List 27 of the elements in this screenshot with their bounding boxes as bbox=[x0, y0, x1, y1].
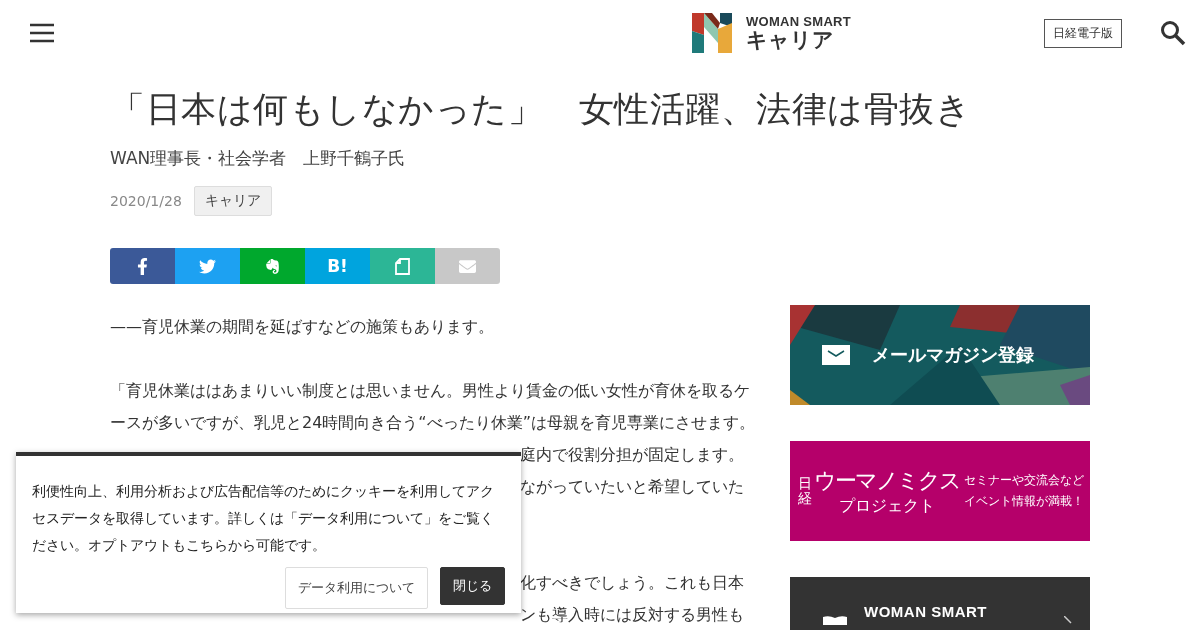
category-tag[interactable]: キャリア bbox=[193, 186, 272, 216]
magazine-banner[interactable]: WOMAN SMART bbox=[790, 577, 1090, 630]
event-banner[interactable]: 日経 ウーマノミクス プロジェクト セミナーや交流会など イベント情報が満載！ bbox=[790, 441, 1090, 541]
banner-title: ウーマノミクス bbox=[814, 466, 960, 495]
article-title: 「日本は何もしなかった」 女性活躍、法律は骨抜き bbox=[110, 88, 972, 131]
body-text: ながっていたいと希望していた bbox=[520, 477, 744, 496]
cookie-text: 利便性向上、利用分析および広告配信等のためにクッキーを利用してアクセスデータを取得しています。詳しくは「データ利用について」をご覧ください。オプトアウトもこちらから可能です。 bbox=[32, 482, 495, 555]
body-text: 庭内で役割分担が固定します。 bbox=[520, 445, 744, 464]
edition-link[interactable]: 日経電子版 bbox=[1044, 18, 1122, 48]
article-byline: WAN理事長・社会学者 上野千鶴子氏 bbox=[110, 147, 407, 170]
body-text: ースが多いですが、乳児と24時間向き合う“べったり休業”は母親を育児専業にさせます。 bbox=[110, 412, 750, 434]
banner-note: イベント情報が満載！ bbox=[964, 494, 1084, 509]
logo-text: WOMAN SMART bbox=[745, 13, 852, 29]
data-policy-button[interactable]: データ利用について bbox=[285, 567, 428, 609]
banner-title: WOMAN SMART bbox=[864, 603, 987, 620]
newsletter-banner[interactable]: メールマガジン登録 bbox=[790, 305, 1090, 405]
body-text: ンも導入時には反対する男性も bbox=[520, 605, 744, 624]
banner-note: セミナーや交流会など bbox=[964, 473, 1084, 488]
banner-subtitle: プロジェクト bbox=[839, 495, 935, 517]
close-button[interactable]: 閉じる bbox=[440, 567, 505, 605]
body-text: 「育児休業ははあまりいい制度とは思いません。男性より賃金の低い女性が育休を取るケ bbox=[110, 380, 750, 402]
article-date: 2020/1/28 bbox=[110, 193, 182, 209]
banner-label: 日経 bbox=[798, 475, 812, 507]
body-text: 化すべきでしょう。これも日本 bbox=[520, 573, 744, 592]
logo-subtitle: キャリア bbox=[745, 28, 835, 53]
body-text: ——育児休業の期間を延ばすなどの施策もあります。 bbox=[110, 316, 495, 338]
banner-title: メールマガジン登録 bbox=[872, 343, 1034, 367]
